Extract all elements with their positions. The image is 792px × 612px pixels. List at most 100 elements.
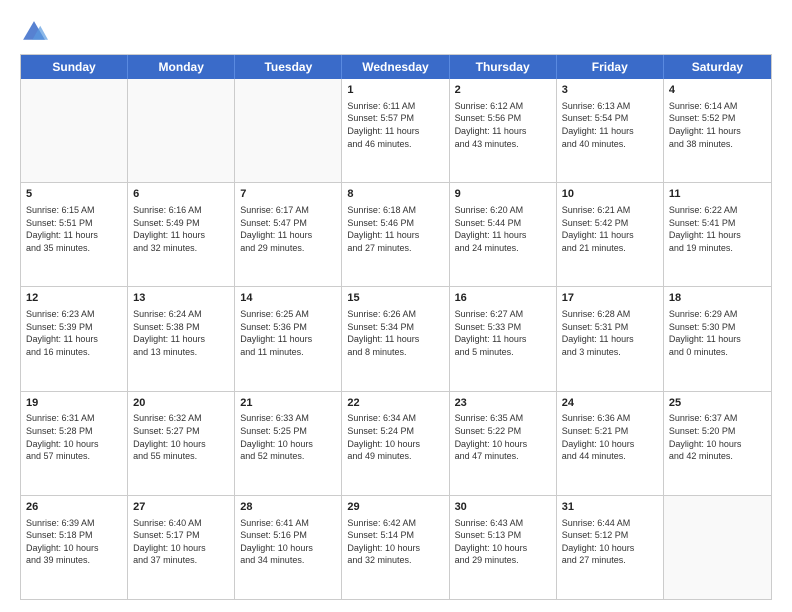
day-number: 19 [26,396,122,411]
day-number: 25 [669,396,766,411]
day-info: Sunrise: 6:12 AM Sunset: 5:56 PM Dayligh… [455,100,551,150]
calendar-row: 26 Sunrise: 6:39 AM Sunset: 5:18 PM Dayli… [21,495,771,599]
day-info: Sunrise: 6:11 AM Sunset: 5:57 PM Dayligh… [347,100,443,150]
day-info: Sunrise: 6:36 AM Sunset: 5:21 PM Dayligh… [562,412,658,462]
calendar-cell: 27 Sunrise: 6:40 AM Sunset: 5:17 PM Dayli… [128,496,235,599]
weekday-header: Wednesday [342,55,449,79]
day-info: Sunrise: 6:17 AM Sunset: 5:47 PM Dayligh… [240,204,336,254]
day-number: 7 [240,187,336,202]
calendar-cell: 8 Sunrise: 6:18 AM Sunset: 5:46 PM Daylig… [342,183,449,286]
calendar-cell [235,79,342,182]
calendar-cell: 15Sunrise: 6:26 AM Sunset: 5:34 PM Dayli… [342,287,449,390]
day-info: Sunrise: 6:41 AM Sunset: 5:16 PM Dayligh… [240,517,336,567]
calendar-cell: 24Sunrise: 6:36 AM Sunset: 5:21 PM Dayli… [557,392,664,495]
calendar-cell: 9Sunrise: 6:20 AM Sunset: 5:44 PM Daylig… [450,183,557,286]
calendar-cell: 17Sunrise: 6:28 AM Sunset: 5:31 PM Dayli… [557,287,664,390]
day-info: Sunrise: 6:32 AM Sunset: 5:27 PM Dayligh… [133,412,229,462]
day-number: 6 [133,187,229,202]
day-number: 21 [240,396,336,411]
calendar-cell: 13 Sunrise: 6:24 AM Sunset: 5:38 PM Dayli… [128,287,235,390]
day-info: Sunrise: 6:14 AM Sunset: 5:52 PM Dayligh… [669,100,766,150]
day-number: 31 [562,500,658,515]
calendar-cell: 10 Sunrise: 6:21 AM Sunset: 5:42 PM Dayli… [557,183,664,286]
calendar-cell: 25Sunrise: 6:37 AM Sunset: 5:20 PM Dayli… [664,392,771,495]
day-number: 20 [133,396,229,411]
calendar: SundayMondayTuesdayWednesdayThursdayFrid… [20,54,772,600]
day-info: Sunrise: 6:34 AM Sunset: 5:24 PM Dayligh… [347,412,443,462]
logo-icon [20,18,48,46]
calendar-cell: 18 Sunrise: 6:29 AM Sunset: 5:30 PM Dayli… [664,287,771,390]
calendar-row: 1 Sunrise: 6:11 AM Sunset: 5:57 PM Daylig… [21,79,771,182]
calendar-row: 12 Sunrise: 6:23 AM Sunset: 5:39 PM Dayli… [21,286,771,390]
day-number: 18 [669,291,766,306]
weekday-header: Thursday [450,55,557,79]
calendar-cell: 19Sunrise: 6:31 AM Sunset: 5:28 PM Dayli… [21,392,128,495]
day-number: 1 [347,83,443,98]
day-number: 24 [562,396,658,411]
day-number: 23 [455,396,551,411]
day-number: 14 [240,291,336,306]
day-number: 29 [347,500,443,515]
day-info: Sunrise: 6:31 AM Sunset: 5:28 PM Dayligh… [26,412,122,462]
day-info: Sunrise: 6:44 AM Sunset: 5:12 PM Dayligh… [562,517,658,567]
day-info: Sunrise: 6:24 AM Sunset: 5:38 PM Dayligh… [133,308,229,358]
day-number: 3 [562,83,658,98]
day-info: Sunrise: 6:33 AM Sunset: 5:25 PM Dayligh… [240,412,336,462]
calendar-cell: 16 Sunrise: 6:27 AM Sunset: 5:33 PM Dayli… [450,287,557,390]
day-info: Sunrise: 6:43 AM Sunset: 5:13 PM Dayligh… [455,517,551,567]
weekday-header: Monday [128,55,235,79]
calendar-cell: 20Sunrise: 6:32 AM Sunset: 5:27 PM Dayli… [128,392,235,495]
calendar-cell: 2Sunrise: 6:12 AM Sunset: 5:56 PM Daylig… [450,79,557,182]
day-info: Sunrise: 6:13 AM Sunset: 5:54 PM Dayligh… [562,100,658,150]
calendar-cell: 28 Sunrise: 6:41 AM Sunset: 5:16 PM Dayli… [235,496,342,599]
calendar-cell: 30 Sunrise: 6:43 AM Sunset: 5:13 PM Dayli… [450,496,557,599]
day-number: 26 [26,500,122,515]
calendar-cell: 12 Sunrise: 6:23 AM Sunset: 5:39 PM Dayli… [21,287,128,390]
day-number: 5 [26,187,122,202]
weekday-header: Saturday [664,55,771,79]
day-info: Sunrise: 6:16 AM Sunset: 5:49 PM Dayligh… [133,204,229,254]
calendar-cell: 14Sunrise: 6:25 AM Sunset: 5:36 PM Dayli… [235,287,342,390]
calendar-cell: 7 Sunrise: 6:17 AM Sunset: 5:47 PM Daylig… [235,183,342,286]
calendar-cell: 21Sunrise: 6:33 AM Sunset: 5:25 PM Dayli… [235,392,342,495]
weekday-header: Tuesday [235,55,342,79]
calendar-cell: 1 Sunrise: 6:11 AM Sunset: 5:57 PM Daylig… [342,79,449,182]
calendar-cell [128,79,235,182]
day-info: Sunrise: 6:15 AM Sunset: 5:51 PM Dayligh… [26,204,122,254]
calendar-cell: 29 Sunrise: 6:42 AM Sunset: 5:14 PM Dayli… [342,496,449,599]
day-number: 12 [26,291,122,306]
day-number: 9 [455,187,551,202]
calendar-row: 5 Sunrise: 6:15 AM Sunset: 5:51 PM Daylig… [21,182,771,286]
day-number: 13 [133,291,229,306]
day-info: Sunrise: 6:29 AM Sunset: 5:30 PM Dayligh… [669,308,766,358]
day-info: Sunrise: 6:39 AM Sunset: 5:18 PM Dayligh… [26,517,122,567]
day-info: Sunrise: 6:42 AM Sunset: 5:14 PM Dayligh… [347,517,443,567]
day-info: Sunrise: 6:27 AM Sunset: 5:33 PM Dayligh… [455,308,551,358]
day-number: 30 [455,500,551,515]
calendar-cell: 23Sunrise: 6:35 AM Sunset: 5:22 PM Dayli… [450,392,557,495]
day-number: 4 [669,83,766,98]
day-number: 22 [347,396,443,411]
calendar-page: SundayMondayTuesdayWednesdayThursdayFrid… [0,0,792,612]
day-info: Sunrise: 6:40 AM Sunset: 5:17 PM Dayligh… [133,517,229,567]
day-number: 28 [240,500,336,515]
day-number: 27 [133,500,229,515]
calendar-cell [21,79,128,182]
day-info: Sunrise: 6:37 AM Sunset: 5:20 PM Dayligh… [669,412,766,462]
day-number: 16 [455,291,551,306]
calendar-cell: 11 Sunrise: 6:22 AM Sunset: 5:41 PM Dayli… [664,183,771,286]
day-info: Sunrise: 6:18 AM Sunset: 5:46 PM Dayligh… [347,204,443,254]
weekday-header: Friday [557,55,664,79]
day-info: Sunrise: 6:35 AM Sunset: 5:22 PM Dayligh… [455,412,551,462]
day-number: 11 [669,187,766,202]
header [20,18,772,46]
day-info: Sunrise: 6:21 AM Sunset: 5:42 PM Dayligh… [562,204,658,254]
day-info: Sunrise: 6:22 AM Sunset: 5:41 PM Dayligh… [669,204,766,254]
calendar-header: SundayMondayTuesdayWednesdayThursdayFrid… [21,55,771,79]
calendar-row: 19Sunrise: 6:31 AM Sunset: 5:28 PM Dayli… [21,391,771,495]
day-number: 10 [562,187,658,202]
day-number: 8 [347,187,443,202]
day-info: Sunrise: 6:23 AM Sunset: 5:39 PM Dayligh… [26,308,122,358]
weekday-header: Sunday [21,55,128,79]
calendar-cell: 31 Sunrise: 6:44 AM Sunset: 5:12 PM Dayli… [557,496,664,599]
